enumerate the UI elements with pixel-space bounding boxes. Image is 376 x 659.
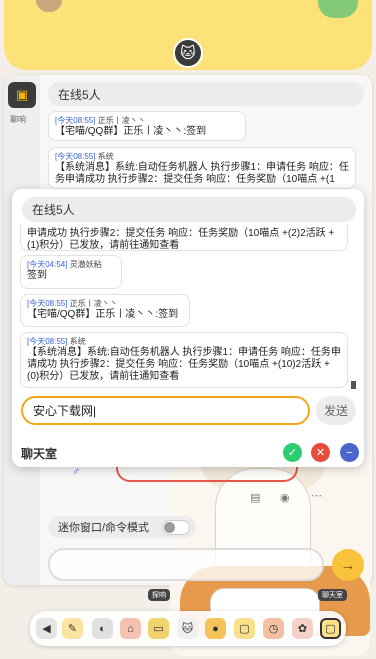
chat-room-icon[interactable]: ▣ [8, 82, 36, 108]
message-sender: 系统 [97, 152, 114, 161]
message-time: [今天08:55] [55, 152, 96, 161]
message-text: 申请成功 执行步骤2：提交任务 响应：任务奖励（10喵点 +(2)2活跃 +(1… [27, 228, 335, 251]
message-time: [今天04:54] [27, 260, 68, 269]
tag-right: 聊天室 [318, 589, 347, 601]
chat-dialog: 在线5人 申请成功 执行步骤2：提交任务 响应：任务奖励（10喵点 +(2)2活… [12, 189, 364, 467]
home-icon[interactable]: ⌂ [120, 618, 141, 639]
message-input-value: 安心下载网 [33, 404, 94, 418]
message-bubble: [今天08:55] 系统 【系统消息】系统:自动任务机器人 执行步骤1：申请任务… [48, 147, 356, 189]
online-count-label: 在线5人 [58, 87, 101, 102]
message-text: 【宅喵/QQ群】正乐丨凌丶丶:签到 [55, 126, 207, 137]
close-icon[interactable]: ✕ [311, 443, 330, 462]
mini-mode-label: 迷你窗口/命令模式 [58, 522, 150, 534]
message-time: [今天08:55] [27, 299, 68, 308]
back-icon[interactable]: ◀ [36, 618, 57, 639]
pencil-icon[interactable]: ✎ [62, 618, 83, 639]
message-bubble: [今天08:55] 系统 【系统消息】系统:自动任务机器人 执行步骤1：申请任务… [20, 332, 348, 388]
message-bubble: [今天08:55] 正乐丨凌丶丶 【宅喵/QQ群】正乐丨凌丶丶:签到 [20, 294, 190, 327]
message-time: [今天08:55] [27, 337, 68, 346]
sidebar-label: 聊响 [10, 115, 26, 124]
message-sender: 灵澈妖粘 [69, 260, 102, 269]
dialog-online-count-bar: 在线5人 [22, 197, 356, 222]
message-scrollbar[interactable] [351, 381, 356, 389]
message-text: 【系统消息】系统:自动任务机器人 执行步骤1：申请任务 响应：任务申请成功 执行… [27, 347, 341, 382]
tag-left: 探响 [148, 589, 170, 601]
minimize-icon[interactable]: − [340, 443, 359, 462]
pin-icon[interactable]: ● [205, 618, 226, 639]
more-icon[interactable]: ⋯ [311, 489, 322, 502]
message-text: 签到 [27, 270, 47, 281]
clock-icon[interactable]: ◷ [263, 618, 284, 639]
confirm-icon[interactable]: ✓ [283, 443, 302, 462]
note-icon[interactable]: ▭ [148, 618, 169, 639]
toggle-knob [164, 522, 175, 533]
message-bubble: [今天04:54] 灵澈妖粘 签到 [20, 255, 122, 289]
message-sender: 正乐丨凌丶丶 [69, 299, 118, 308]
send-button[interactable]: 发送 [316, 396, 356, 425]
arrow-right-icon[interactable]: → [332, 549, 364, 581]
cat-icon[interactable]: 🐱 [177, 618, 198, 639]
message-text: 【宅喵/QQ群】正乐丨凌丶丶:签到 [27, 309, 179, 320]
message-sender: 正乐丨凌丶丶 [97, 116, 146, 125]
chat-icon[interactable]: ▢ [234, 618, 255, 639]
message-time: [今天08:55] [55, 116, 96, 125]
message-input[interactable]: 安心下载网 | [21, 396, 310, 425]
message-bubble: 申请成功 执行步骤2：提交任务 响应：任务奖励（10喵点 +(2)2活跃 +(1… [20, 225, 348, 251]
male-icon: ♂ [72, 466, 81, 478]
compass-icon[interactable]: ◐ [92, 618, 113, 639]
dialog-online-count: 在线5人 [32, 203, 75, 217]
online-count-bar: 在线5人 [48, 82, 364, 106]
file-icon[interactable]: ▤ [250, 491, 260, 504]
flower-icon[interactable]: ✿ [292, 618, 313, 639]
bottom-message-input[interactable] [48, 548, 324, 581]
window-icon[interactable]: ▢ [320, 618, 341, 639]
dialog-title: 聊天室 [21, 447, 58, 461]
message-sender: 系统 [69, 337, 86, 346]
message-bubble: [今天08:55] 正乐丨凌丶丶 【宅喵/QQ群】正乐丨凌丶丶:签到 [48, 111, 246, 141]
cat-icon[interactable]: 🐱 [173, 38, 203, 68]
eye-icon[interactable]: ◉ [280, 491, 290, 504]
mini-mode-toggle[interactable] [162, 520, 190, 535]
message-text: 【系统消息】系统:自动任务机器人 执行步骤1：申请任务 响应：任务申请成功 执行… [55, 162, 349, 185]
